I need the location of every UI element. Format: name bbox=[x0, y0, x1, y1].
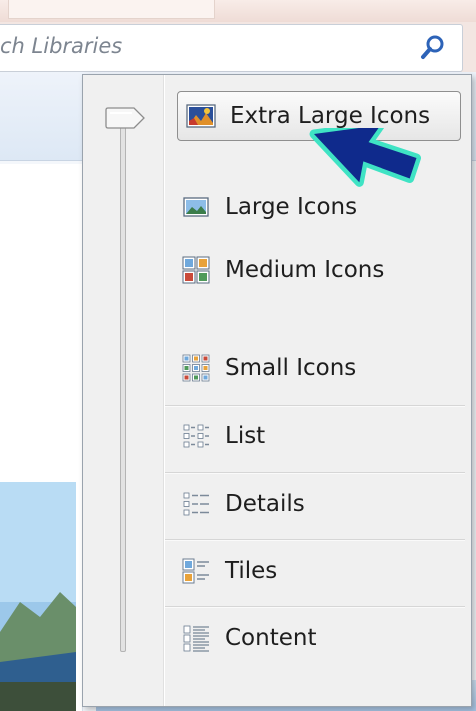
menu-item-label: List bbox=[225, 423, 266, 449]
menu-separator bbox=[165, 606, 465, 608]
menu-separator bbox=[165, 539, 465, 541]
menu-item-label: Details bbox=[225, 491, 305, 517]
menu-item-tiles[interactable]: Tiles bbox=[181, 551, 277, 591]
large-icons-icon bbox=[183, 197, 209, 217]
menu-item-content[interactable]: Content bbox=[181, 618, 316, 658]
view-slider-thumb[interactable] bbox=[104, 107, 146, 129]
menu-item-label: Tiles bbox=[225, 558, 278, 584]
menu-separator bbox=[165, 472, 465, 474]
menu-item-details[interactable]: Details bbox=[181, 484, 305, 524]
menu-item-list[interactable]: List bbox=[181, 416, 265, 456]
small-icons-icon bbox=[182, 354, 210, 382]
menu-item-medium-icons[interactable]: Medium Icons bbox=[181, 250, 384, 290]
menu-item-large-icons[interactable]: Large Icons bbox=[181, 187, 357, 227]
landscape-thumbnail bbox=[0, 482, 76, 711]
menu-item-label: Medium Icons bbox=[225, 257, 385, 283]
menu-item-label: Extra Large Icons bbox=[230, 103, 431, 129]
view-menu: Extra Large Icons Large Icons Medium Ico… bbox=[82, 74, 472, 707]
content-view-icon bbox=[183, 625, 209, 652]
window-tab bbox=[8, 0, 215, 19]
list-view-icon bbox=[183, 424, 209, 448]
view-slider-track[interactable] bbox=[120, 115, 126, 652]
medium-icons-icon bbox=[182, 256, 210, 284]
search-placeholder: ch Libraries bbox=[0, 34, 123, 58]
tiles-view-icon bbox=[182, 558, 209, 584]
details-view-icon bbox=[183, 492, 209, 516]
menu-gutter-separator bbox=[163, 75, 165, 706]
menu-separator bbox=[165, 405, 465, 407]
menu-item-extra-large-icons[interactable]: Extra Large Icons bbox=[177, 91, 461, 141]
menu-item-label: Large Icons bbox=[225, 194, 358, 220]
menu-item-small-icons[interactable]: Small Icons bbox=[181, 348, 356, 388]
extra-large-icons-icon bbox=[186, 104, 216, 128]
menu-item-label: Small Icons bbox=[225, 355, 357, 381]
menu-item-label: Content bbox=[225, 625, 317, 651]
magnifier-icon[interactable] bbox=[418, 33, 448, 63]
title-strip bbox=[0, 0, 476, 22]
search-bar[interactable]: ch Libraries bbox=[0, 24, 463, 72]
